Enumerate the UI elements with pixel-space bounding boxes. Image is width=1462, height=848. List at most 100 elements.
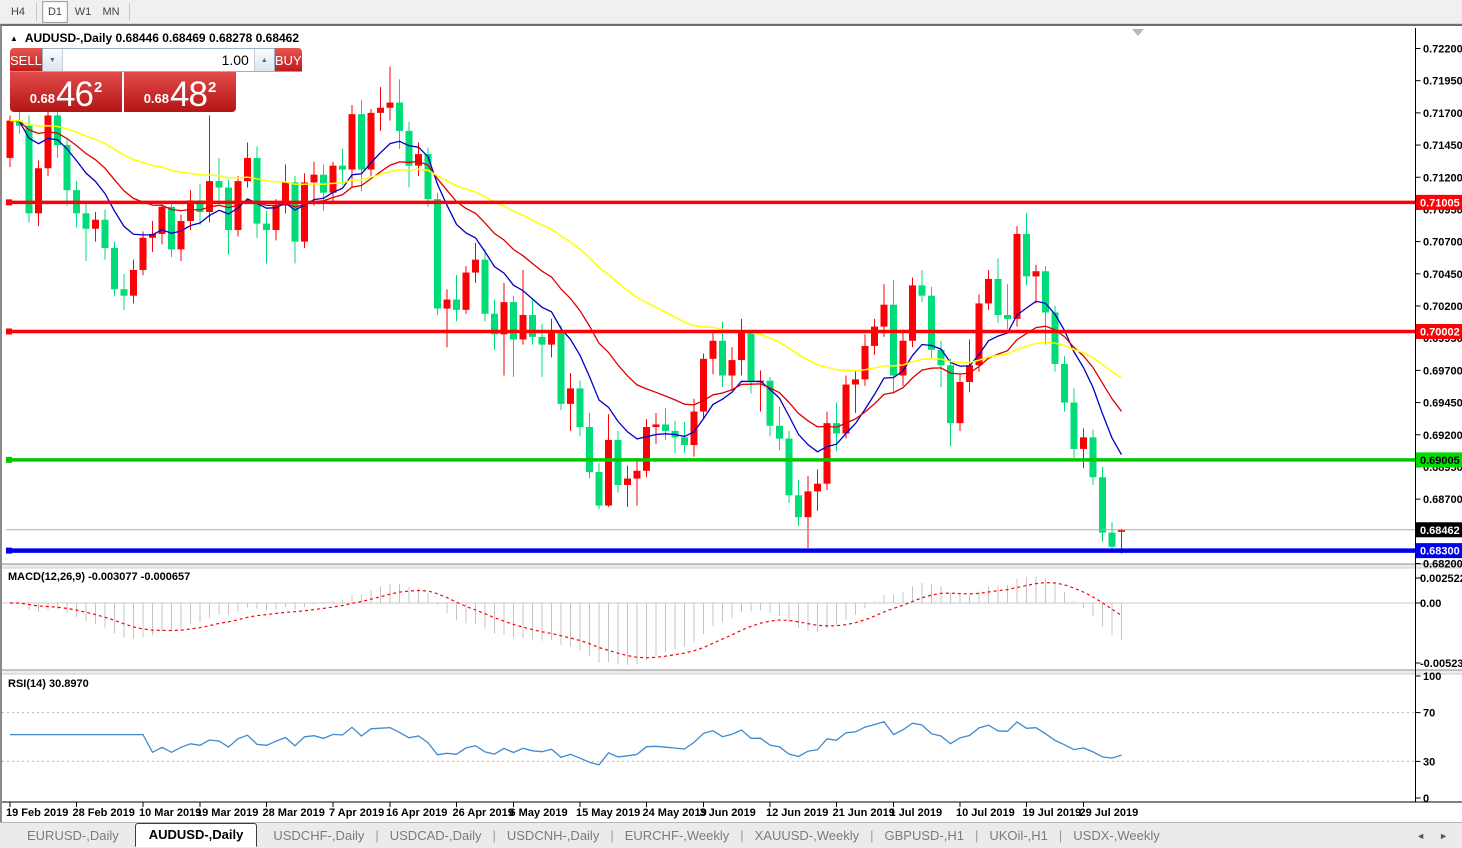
candle-body — [216, 181, 223, 187]
buy-price-display[interactable]: 0.68 48 2 — [124, 72, 236, 112]
candle-body — [624, 479, 631, 485]
price-axis-tick-label: 0.72200 — [1423, 44, 1462, 56]
timeframe-mn-button[interactable]: MN — [98, 1, 124, 23]
chart-tab-usdchf-daily[interactable]: USDCHF-,Daily — [262, 828, 375, 843]
price-axis-tick-label: 0.69450 — [1423, 398, 1462, 410]
macd-signal-line — [10, 583, 1122, 658]
volume-increase-button[interactable]: ▲ — [254, 49, 274, 71]
timeframe-d1-button[interactable]: D1 — [42, 1, 68, 23]
timeframe-w1-button[interactable]: W1 — [70, 1, 96, 23]
level-handle[interactable] — [6, 199, 12, 205]
volume-decrease-button[interactable]: ▼ — [43, 49, 63, 71]
candle-body — [1033, 271, 1040, 276]
candle-body — [653, 424, 660, 427]
candle-body — [776, 426, 783, 439]
candle-body — [121, 289, 128, 295]
candle-body — [444, 300, 451, 309]
candle-body — [862, 346, 869, 379]
price-axis-tick-label: 0.69200 — [1423, 430, 1462, 442]
candle-body — [1109, 533, 1116, 547]
price-axis-tick-label: 0.70700 — [1423, 237, 1462, 249]
candle-body — [1071, 403, 1078, 449]
macd-axis-tick-label: 0.00 — [1420, 598, 1441, 610]
level-handle[interactable] — [6, 457, 12, 463]
candle-body — [1052, 312, 1059, 364]
rsi-axis-tick-label: 100 — [1423, 671, 1441, 683]
chart-tab-gbpusd-h1[interactable]: GBPUSD-,H1 — [874, 828, 975, 843]
rsi-axis-tick-label: 30 — [1423, 756, 1435, 768]
pane-splitter[interactable] — [2, 671, 1462, 674]
candle-body — [1090, 437, 1097, 477]
candle-body — [520, 315, 527, 339]
level-handle[interactable] — [6, 548, 12, 554]
candle-body — [1080, 437, 1087, 449]
time-axis-tick-label: 6 May 2019 — [510, 807, 568, 819]
level-price-tag-label: 0.70002 — [1420, 326, 1460, 338]
pane-splitter[interactable] — [2, 565, 1462, 568]
candle-body — [102, 220, 109, 248]
sell-price-big: 46 — [56, 79, 93, 111]
one-click-trade-panel: SELL ▼ ▲ BUY 0.68 46 2 0.68 48 2 — [10, 48, 236, 112]
collapse-triangle-icon[interactable]: ▲ — [10, 34, 18, 43]
price-axis-tick-label: 0.70200 — [1423, 301, 1462, 313]
sell-button[interactable]: SELL — [10, 48, 42, 72]
volume-input[interactable] — [63, 49, 254, 71]
candle-body — [45, 115, 52, 168]
tab-scroll-left-arrow[interactable]: ◄ — [1416, 831, 1425, 841]
candle-body — [786, 439, 793, 496]
chart-window: 0.722000.719500.717000.714500.712000.709… — [0, 24, 1462, 822]
candle-body — [957, 382, 964, 423]
candle-body — [824, 423, 831, 484]
time-axis-tick-label: 15 May 2019 — [576, 807, 640, 819]
chart-tab-eurchf-weekly[interactable]: EURCHF-,Weekly — [614, 828, 741, 843]
candle-body — [434, 199, 441, 308]
candle-body — [871, 327, 878, 346]
chart-symbol-label: AUDUSD-,Daily — [25, 31, 112, 45]
candle-body — [111, 248, 118, 289]
candle-body — [1023, 234, 1030, 276]
candle-body — [225, 188, 232, 230]
candle-body — [254, 158, 261, 224]
tab-scroll-right-arrow[interactable]: ► — [1439, 831, 1448, 841]
chart-tab-audusd-daily[interactable]: AUDUSD-,Daily — [135, 823, 258, 847]
candle-body — [377, 108, 384, 113]
price-axis-tick-label: 0.71200 — [1423, 172, 1462, 184]
macd-pane — [2, 576, 1416, 665]
timeframe-h4-button[interactable]: H4 — [5, 1, 31, 23]
chart-tab-usdcad-daily[interactable]: USDCAD-,Daily — [379, 828, 493, 843]
candle-body — [178, 221, 185, 249]
chart-tab-usdx-weekly[interactable]: USDX-,Weekly — [1062, 828, 1170, 843]
candle-body — [406, 131, 413, 166]
chart-shift-marker-icon[interactable] — [1132, 29, 1144, 36]
candle-body — [501, 302, 508, 334]
sell-price-prefix: 0.68 — [30, 91, 55, 106]
buy-price-prefix: 0.68 — [144, 91, 169, 106]
time-axis-tick-label: 19 Feb 2019 — [6, 807, 68, 819]
chart-tab-eurusd-daily[interactable]: EURUSD-,Daily — [16, 828, 130, 843]
time-axis-tick-label: 28 Mar 2019 — [263, 807, 325, 819]
level-price-tag-label: 0.69005 — [1420, 455, 1460, 467]
price-chart-canvas[interactable]: 0.722000.719500.717000.714500.712000.709… — [2, 26, 1462, 822]
time-axis-tick-label: 7 Apr 2019 — [329, 807, 384, 819]
chart-tab-usdcnh-daily[interactable]: USDCNH-,Daily — [496, 828, 610, 843]
rsi-indicator-label: RSI(14) 30.8970 — [8, 678, 89, 690]
price-axis-tick-label: 0.68200 — [1423, 559, 1462, 571]
candle-body — [415, 154, 422, 166]
sell-price-display[interactable]: 0.68 46 2 — [10, 72, 122, 112]
candle-body — [805, 491, 812, 517]
price-axis-tick-label: 0.71950 — [1423, 76, 1462, 88]
toolbar-separator — [129, 3, 130, 21]
candle-body — [748, 333, 755, 382]
chart-tab-ukoil-h1[interactable]: UKOil-,H1 — [978, 828, 1059, 843]
level-price-tag-label: 0.68300 — [1420, 546, 1460, 558]
level-handle[interactable] — [6, 328, 12, 334]
candle-body — [1099, 477, 1106, 532]
ma-slow-line — [10, 121, 1122, 378]
buy-price-pip: 2 — [208, 79, 216, 96]
candle-body — [330, 166, 337, 193]
chart-tab-xauusd-weekly[interactable]: XAUUSD-,Weekly — [744, 828, 871, 843]
price-axis-tick-label: 0.70450 — [1423, 269, 1462, 281]
candle-body — [852, 379, 859, 384]
level-price-tag-label: 0.71005 — [1420, 197, 1460, 209]
buy-button[interactable]: BUY — [275, 48, 302, 72]
